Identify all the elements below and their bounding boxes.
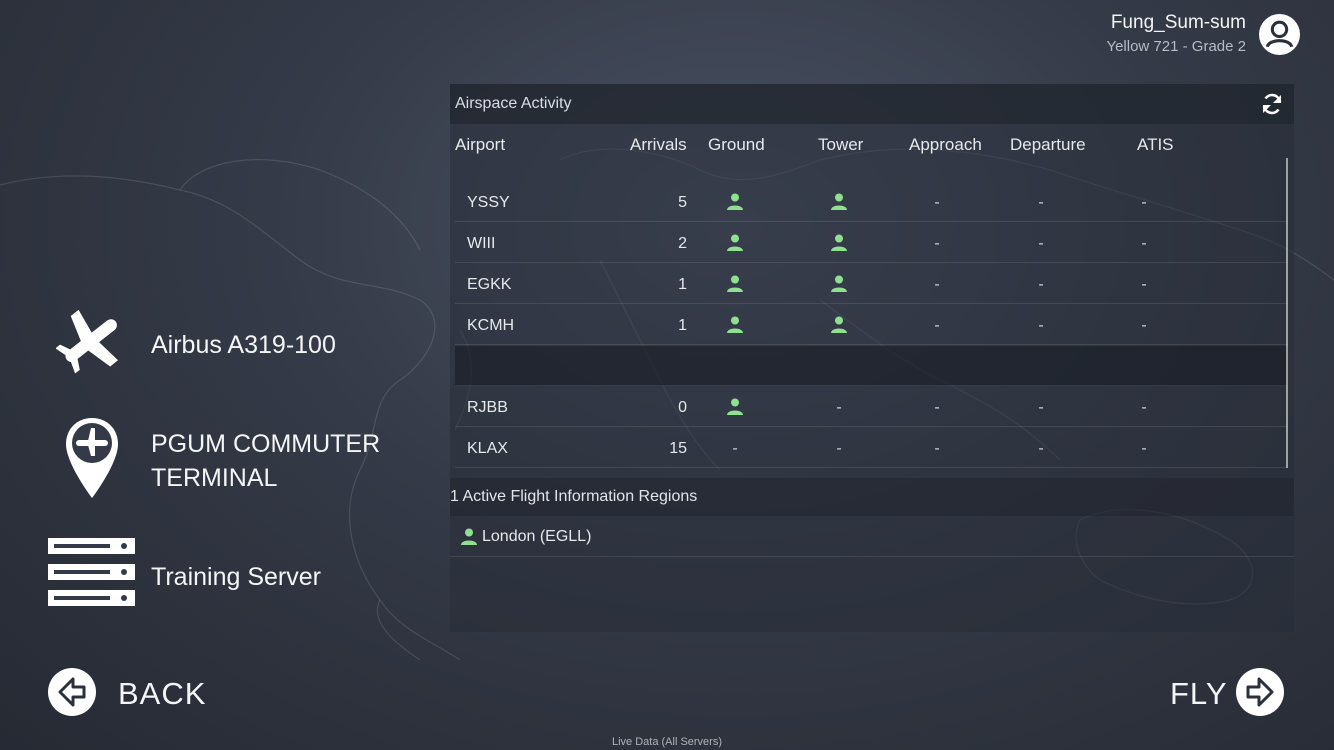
fly-label: FLY [1170, 676, 1228, 711]
map-pin-airplane-icon [66, 418, 118, 498]
refresh-icon[interactable] [1260, 92, 1284, 116]
back-label: BACK [118, 676, 207, 711]
approach-value: - [934, 235, 940, 252]
table-row[interactable]: RJBB 0 - - - - [455, 387, 1288, 427]
ground-controller-icon [727, 275, 743, 292]
airport-code: KCMH [467, 317, 515, 334]
arrivals-count: 0 [678, 399, 687, 416]
location-line-1: PGUM COMMUTER [151, 430, 381, 458]
user-name: Fung_Sum-sum [1110, 12, 1246, 33]
tower-controller-icon [831, 316, 847, 333]
fly-button[interactable]: FLY [1168, 668, 1286, 718]
airspace-panel: Airspace Activity Airport Arrivals Groun… [450, 84, 1294, 632]
col-atis[interactable]: ATIS [1137, 135, 1174, 155]
arrivals-count: 2 [678, 235, 687, 252]
table-row[interactable]: KLAX 15 - - - - - [455, 428, 1288, 468]
fir-title: 1 Active Flight Information Regions [450, 488, 698, 505]
ground-controller-icon [727, 316, 743, 333]
tower-controller-icon [831, 275, 847, 292]
arrow-left-circle-icon [48, 668, 96, 716]
table-row[interactable]: EGKK 1 - - - [455, 264, 1288, 304]
departure-value: - [1038, 399, 1044, 416]
tower-value: - [836, 440, 842, 457]
approach-value: - [934, 317, 940, 334]
atis-value: - [1141, 440, 1147, 457]
col-ground[interactable]: Ground [708, 135, 765, 155]
tower-value: - [836, 399, 842, 416]
ground-value: - [732, 440, 738, 457]
arrivals-count: 5 [678, 194, 687, 211]
atis-value: - [1141, 276, 1147, 293]
location-line-2: TERMINAL [151, 464, 278, 492]
fir-label: London (EGLL) [482, 528, 592, 545]
controller-icon [461, 528, 477, 545]
table-row[interactable]: YSSY 5 - - - [455, 182, 1288, 222]
list-scrollbar[interactable] [1286, 158, 1288, 468]
arrivals-count: 1 [678, 317, 687, 334]
airport-code: WIII [467, 235, 496, 252]
user-circle-icon[interactable] [1259, 14, 1300, 55]
approach-value: - [934, 440, 940, 457]
approach-value: - [934, 399, 940, 416]
arrivals-count: 15 [669, 440, 687, 457]
atis-value: - [1141, 194, 1147, 211]
col-arrivals[interactable]: Arrivals [630, 135, 687, 155]
departure-value: - [1038, 235, 1044, 252]
table-row[interactable]: KCMH 1 - - - [455, 305, 1288, 345]
user-grade: Yellow 721 - Grade 2 [1106, 38, 1246, 55]
user-info: Fung_Sum-sum Yellow 721 - Grade 2 [1106, 12, 1246, 55]
atis-value: - [1141, 399, 1147, 416]
airport-code: RJBB [467, 399, 508, 416]
departure-value: - [1038, 317, 1044, 334]
airplane-icon [56, 309, 119, 374]
col-tower[interactable]: Tower [818, 135, 863, 155]
airport-list[interactable]: YSSY 5 - - - WIII 2 - - - EGKK 1 - - - KCMH 1 - - - RJBB 0 - - -… [455, 156, 1288, 468]
table-row[interactable]: WIII 2 - - - [455, 223, 1288, 263]
tower-controller-icon [831, 193, 847, 210]
departure-value: - [1038, 440, 1044, 457]
ground-controller-icon [727, 234, 743, 251]
departure-value: - [1038, 276, 1044, 293]
approach-value: - [934, 276, 940, 293]
arrivals-count: 1 [678, 276, 687, 293]
server-icon [48, 538, 135, 606]
ground-controller-icon [727, 193, 743, 210]
col-airport[interactable]: Airport [455, 135, 505, 155]
airspace-title: Airspace Activity [455, 95, 572, 112]
departure-value: - [1038, 194, 1044, 211]
ground-controller-icon [727, 398, 743, 415]
approach-value: - [934, 194, 940, 211]
aircraft-label: Airbus A319-100 [151, 331, 336, 359]
fir-item[interactable]: London (EGLL) [450, 516, 1294, 557]
airport-code: KLAX [467, 440, 508, 457]
footer-status: Live Data (All Servers) [611, 736, 723, 748]
arrow-right-circle-icon [1236, 668, 1284, 716]
airport-code: YSSY [467, 194, 510, 211]
atis-value: - [1141, 317, 1147, 334]
location-label: PGUM COMMUTER TERMINAL [151, 427, 380, 495]
table-row[interactable] [455, 346, 1288, 386]
back-button[interactable]: BACK [48, 668, 208, 718]
tower-controller-icon [831, 234, 847, 251]
airport-code: EGKK [467, 276, 512, 293]
col-departure[interactable]: Departure [1010, 135, 1086, 155]
col-approach[interactable]: Approach [909, 135, 982, 155]
server-label: Training Server [151, 563, 321, 591]
airspace-header: Airspace Activity [450, 84, 1294, 124]
fir-header: 1 Active Flight Information Regions [450, 478, 1294, 516]
atis-value: - [1141, 235, 1147, 252]
